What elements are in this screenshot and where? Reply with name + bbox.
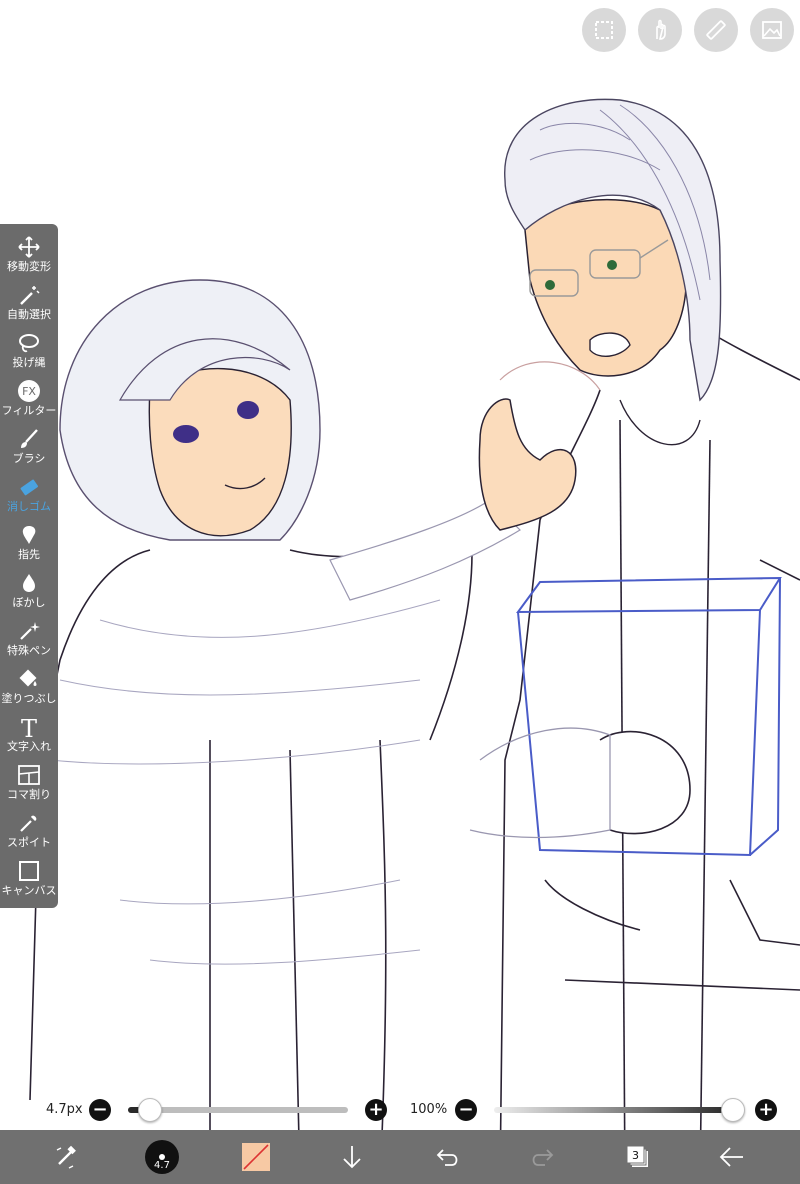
tool-brush[interactable]: ブラシ: [0, 424, 58, 472]
tool-label: スポイト: [7, 836, 51, 849]
drawing-canvas[interactable]: [0, 0, 800, 1184]
selection-button[interactable]: [582, 8, 626, 52]
hand-button[interactable]: [638, 8, 682, 52]
color-button[interactable]: [238, 1130, 274, 1184]
brush-icon: [16, 426, 42, 452]
arrow-left-icon: [719, 1147, 743, 1167]
slider-row: 4.7px − + 100% − +: [0, 1096, 800, 1124]
tool-text[interactable]: T 文字入れ: [0, 712, 58, 760]
eraser-icon: [16, 474, 42, 500]
opacity-value: 100%: [410, 1102, 448, 1117]
tool-label: 塗りつぶし: [1, 692, 57, 705]
tool-label: ブラシ: [12, 452, 46, 465]
tool-move[interactable]: 移動変形: [0, 232, 58, 280]
brush-size-value: 4.7px: [46, 1102, 83, 1117]
tool-auto-select[interactable]: 自動選択: [0, 280, 58, 328]
lasso-icon: [16, 330, 42, 356]
canvas-icon: [16, 858, 42, 884]
undo-button[interactable]: [428, 1130, 468, 1184]
tool-label: 投げ縄: [12, 356, 46, 369]
brush-size-minus-button[interactable]: −: [89, 1099, 111, 1121]
svg-text:3: 3: [632, 1149, 639, 1162]
image-button[interactable]: [750, 8, 794, 52]
frame-divider-icon: [16, 762, 42, 788]
layers-button[interactable]: 3: [618, 1130, 658, 1184]
tool-label: 消しゴム: [7, 500, 51, 513]
magic-wand-icon: [16, 282, 42, 308]
brush-size-slider-knob[interactable]: [138, 1098, 162, 1122]
tool-label: フィルター: [1, 404, 57, 417]
special-pen-icon: [16, 618, 42, 644]
bottom-toolbar: 4.7 3: [0, 1130, 800, 1184]
move-icon: [16, 234, 42, 260]
opacity-minus-button[interactable]: −: [455, 1099, 477, 1121]
ruler-icon: [706, 20, 726, 40]
tool-finger[interactable]: 指先: [0, 520, 58, 568]
redo-button[interactable]: [522, 1130, 562, 1184]
opacity-track[interactable]: [494, 1107, 740, 1113]
tool-label: ぼかし: [12, 596, 46, 609]
blur-icon: [16, 570, 42, 596]
ruler-button[interactable]: [694, 8, 738, 52]
tool-blur[interactable]: ぼかし: [0, 568, 58, 616]
arrow-down-icon: [343, 1146, 361, 1169]
image-icon: [762, 21, 782, 39]
tool-lasso[interactable]: 投げ縄: [0, 328, 58, 376]
opacity-plus-button[interactable]: +: [755, 1099, 777, 1121]
brush-preview-icon: 4.7: [145, 1140, 179, 1174]
hand-icon: [656, 19, 666, 40]
tool-label: 自動選択: [7, 308, 51, 321]
layers-icon: 3: [626, 1145, 648, 1167]
tool-palette: 移動変形 自動選択 投げ縄 FX フィルター ブラシ 消しゴム 指先 ぼかし 特…: [0, 224, 58, 908]
tool-frame-divider[interactable]: コマ割り: [0, 760, 58, 808]
tool-label: キャンバス: [1, 884, 57, 897]
undo-icon: [436, 1149, 458, 1166]
tool-eraser[interactable]: 消しゴム: [0, 472, 58, 520]
svg-text:4.7: 4.7: [154, 1160, 170, 1171]
tool-label: コマ割り: [7, 788, 51, 801]
tool-canvas[interactable]: キャンバス: [0, 856, 58, 904]
tool-label: 指先: [18, 548, 40, 561]
back-button[interactable]: [712, 1130, 752, 1184]
tool-special-pen[interactable]: 特殊ペン: [0, 616, 58, 664]
brush-preview-button[interactable]: 4.7: [142, 1130, 182, 1184]
swap-button[interactable]: [46, 1130, 86, 1184]
redo-icon: [532, 1149, 554, 1166]
save-down-button[interactable]: [334, 1130, 370, 1184]
svg-text:T: T: [21, 715, 37, 739]
tool-label: 特殊ペン: [7, 644, 51, 657]
tool-fill[interactable]: 塗りつぶし: [0, 664, 58, 712]
text-icon: T: [16, 714, 42, 740]
fx-icon: FX: [16, 378, 42, 404]
tool-label: 文字入れ: [7, 740, 51, 753]
brush-size-plus-button[interactable]: +: [365, 1099, 387, 1121]
fill-icon: [16, 666, 42, 692]
tool-label: 移動変形: [7, 260, 51, 273]
current-color-swatch: [242, 1143, 270, 1171]
pen-eraser-swap-icon: [56, 1145, 76, 1169]
selection-icon: [595, 21, 613, 39]
finger-icon: [16, 522, 42, 548]
eyedropper-icon: [16, 810, 42, 836]
svg-text:FX: FX: [22, 385, 36, 398]
tool-filter[interactable]: FX フィルター: [0, 376, 58, 424]
tool-eyedropper[interactable]: スポイト: [0, 808, 58, 856]
opacity-slider-knob[interactable]: [721, 1098, 745, 1122]
